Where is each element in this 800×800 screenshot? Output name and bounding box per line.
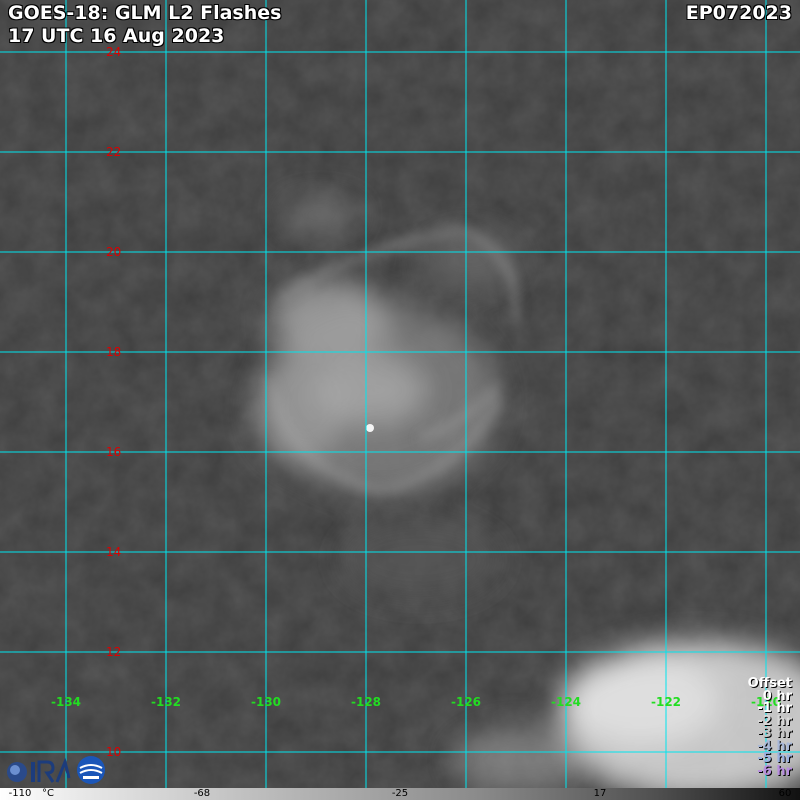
satellite-map: GOES-18: GLM L2 Flashes 17 UTC 16 Aug 20… [0,0,800,800]
ramm-logo [77,756,105,784]
lon-label-130: -130 [250,695,282,709]
colorbar-label-max: 60 [778,788,792,799]
logos [7,756,105,784]
lat-label-12: 12 [106,645,122,659]
lon-label-122: -122 [650,695,682,709]
lat-label-14: 14 [106,545,122,559]
lon-label-126: -126 [450,695,482,709]
product-title: GOES-18: GLM L2 Flashes [8,2,282,24]
infrared-imagery [0,0,800,800]
colorbar-unit: °C [42,788,54,799]
offset-item-6: -6 hr [757,763,792,779]
offset-legend: Offset 0 hr -1 hr -2 hr -3 hr -4 hr -5 h… [748,677,792,779]
lat-label-16: 16 [106,445,122,459]
bright-spot [366,424,374,432]
lat-label-20: 20 [106,245,122,259]
lat-label-24: 24 [106,45,122,59]
lon-label-124: -124 [550,695,582,709]
timestamp: 17 UTC 16 Aug 2023 [8,25,225,47]
lat-label-22: 22 [106,145,122,159]
lon-label-128: -128 [350,695,382,709]
storm-id: EP072023 [685,2,792,24]
colorbar-label-4: 17 [593,788,607,799]
lat-label-18: 18 [106,345,122,359]
colorbar-label-2: -68 [193,788,211,799]
lon-label-134: -134 [50,695,82,709]
ir-logo [7,757,71,783]
colorbar-label-min: -110 [8,788,32,799]
lon-label-132: -132 [150,695,182,709]
colorbar-label-3: -25 [391,788,409,799]
